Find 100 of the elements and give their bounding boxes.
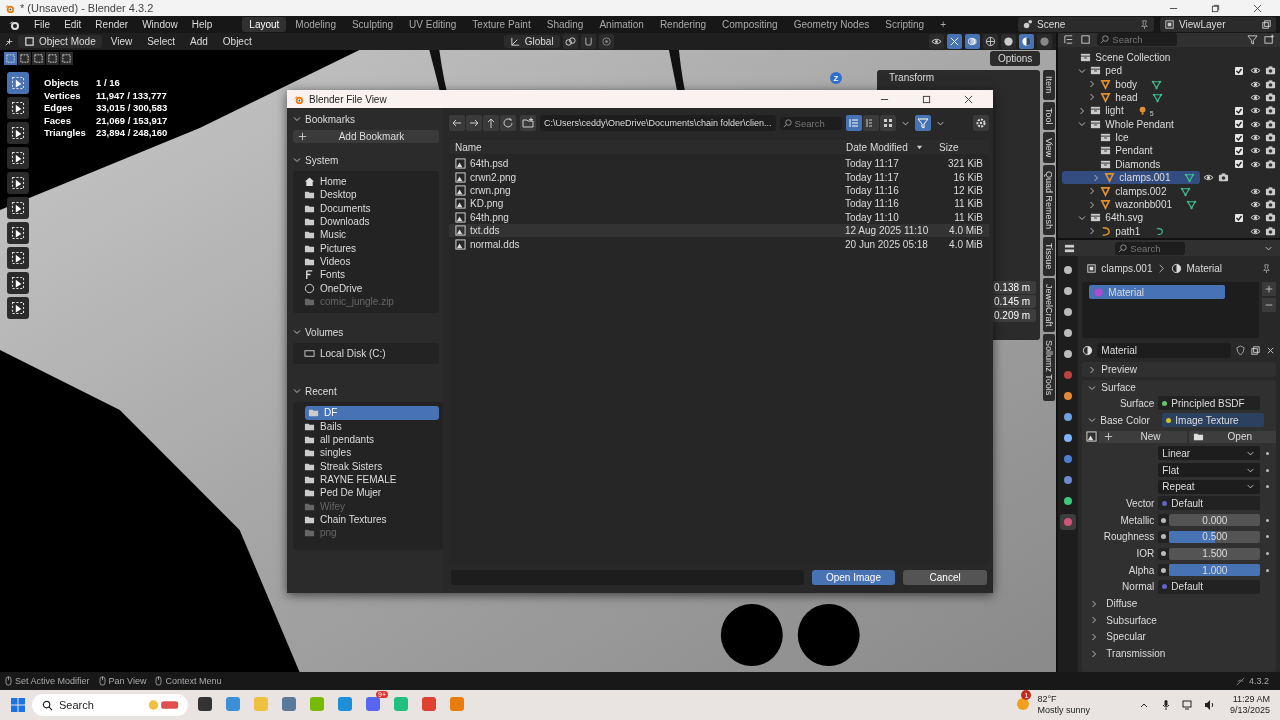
- camera-icon[interactable]: [1218, 172, 1230, 184]
- menu-item[interactable]: Select: [141, 35, 181, 48]
- sidebar-tab[interactable]: Item: [1043, 70, 1056, 100]
- folder-item[interactable]: singles: [301, 446, 439, 460]
- network-icon[interactable]: [1181, 699, 1194, 711]
- keyframe-dot[interactable]: [1266, 518, 1270, 522]
- copy-icon[interactable]: [1261, 19, 1272, 30]
- image-browse-icon[interactable]: [1086, 431, 1098, 443]
- new-collection-icon[interactable]: [1264, 34, 1275, 46]
- menu-item[interactable]: Object: [216, 35, 258, 48]
- restore-icon[interactable]: [1211, 3, 1220, 13]
- outliner-row[interactable]: Ice: [1058, 130, 1280, 145]
- taskbar-app-icon[interactable]: [197, 696, 213, 712]
- remove-icon[interactable]: [1262, 298, 1276, 312]
- path-field[interactable]: C:\Users\ceddy\OneDrive\Documents\chain folder\clien...: [540, 115, 776, 131]
- file-row[interactable]: KD.png Today 11:16 11 KiB: [449, 197, 989, 211]
- keyframe-dot[interactable]: [1266, 535, 1270, 539]
- keyframe-dot[interactable]: [1266, 552, 1270, 556]
- copy-icon[interactable]: [1250, 344, 1261, 356]
- dimension-field[interactable]: 0.209 m: [991, 309, 1036, 322]
- socket-field[interactable]: Principled BSDF: [1158, 396, 1261, 411]
- section-header[interactable]: System: [293, 153, 439, 167]
- settings-icon[interactable]: [973, 115, 989, 131]
- cancel-button[interactable]: Cancel: [903, 569, 987, 585]
- subpanel-header[interactable]: Subsurface: [1082, 611, 1276, 629]
- maximize-icon[interactable]: [922, 94, 931, 104]
- sidebar-tab[interactable]: Sollumz Tools: [1043, 334, 1056, 402]
- camera-icon[interactable]: [1265, 65, 1276, 77]
- clock-date[interactable]: 9/13/2025: [1229, 705, 1270, 716]
- tool-button[interactable]: [7, 97, 29, 119]
- folder-item[interactable]: Music: [301, 228, 435, 242]
- menu-item[interactable]: Edit: [58, 18, 88, 31]
- selection-mode-icon[interactable]: [46, 52, 59, 65]
- socket-field[interactable]: Image Texture: [1162, 413, 1265, 428]
- file-row[interactable]: crwn2.png Today 11:17 16 KiB: [449, 170, 989, 184]
- keyframe-dot[interactable]: [1266, 485, 1270, 489]
- folder-item[interactable]: Bails: [301, 419, 439, 433]
- exclude-checkbox[interactable]: [1235, 66, 1243, 75]
- folder-item[interactable]: Pictures: [301, 241, 435, 255]
- properties-tab-icon[interactable]: [1060, 514, 1077, 530]
- volume-item[interactable]: Local Disk (C:): [301, 347, 435, 361]
- editor-type-icon[interactable]: [4, 36, 15, 47]
- sidebar-tab[interactable]: Quad Remesh: [1043, 165, 1056, 236]
- visibility-icon[interactable]: [929, 34, 945, 49]
- workspace-tab[interactable]: Sculpting: [344, 17, 401, 32]
- view-layer-selector[interactable]: ViewLayer: [1160, 17, 1276, 32]
- folder-item[interactable]: Fonts: [301, 268, 435, 282]
- speaker-icon[interactable]: [1203, 699, 1216, 711]
- tool-button[interactable]: [7, 172, 29, 194]
- tool-button[interactable]: [7, 122, 29, 144]
- camera-icon[interactable]: [1265, 145, 1276, 157]
- overlay-icon[interactable]: [965, 34, 981, 49]
- outliner-row[interactable]: 64th.svg: [1058, 211, 1280, 225]
- display-mode-icon[interactable]: [1080, 34, 1092, 46]
- pin-icon[interactable]: [1139, 19, 1150, 30]
- folder-item[interactable]: Home: [301, 175, 435, 189]
- camera-icon[interactable]: [1265, 105, 1276, 117]
- filter-icon[interactable]: [914, 115, 931, 131]
- new-image-button[interactable]: New: [1099, 430, 1187, 443]
- clock-time[interactable]: 11:29 AM: [1232, 694, 1270, 705]
- exclude-checkbox[interactable]: [1235, 160, 1243, 169]
- taskbar-search[interactable]: Search: [32, 694, 188, 716]
- folder-item[interactable]: Chain Textures: [301, 512, 439, 526]
- folder-item[interactable]: Downloads: [301, 214, 435, 229]
- file-row[interactable]: crwn.png Today 11:16 12 KiB: [449, 183, 989, 198]
- workspace-tab[interactable]: UV Editing: [402, 17, 464, 32]
- file-row[interactable]: normal.dds 20 Jun 2025 05:18 4.0 MiB: [449, 237, 989, 251]
- workspace-tab[interactable]: Scripting: [878, 17, 932, 32]
- blender-logo-icon[interactable]: [8, 18, 20, 31]
- parent-folder-icon[interactable]: [483, 115, 499, 131]
- keyframe-dot[interactable]: [1266, 451, 1270, 455]
- new-folder-icon[interactable]: [520, 115, 536, 131]
- outliner-row[interactable]: Scene Collection: [1058, 50, 1280, 64]
- subpanel-header[interactable]: Specular: [1082, 628, 1276, 646]
- exclude-checkbox[interactable]: [1235, 120, 1243, 129]
- tool-button[interactable]: [7, 247, 29, 269]
- panel-header[interactable]: Preview: [1082, 362, 1276, 377]
- folder-item[interactable]: Streak Sisters: [301, 459, 439, 473]
- subpanel-header[interactable]: Diffuse: [1082, 595, 1276, 612]
- workspace-tab[interactable]: Shading: [539, 17, 591, 32]
- outliner-row[interactable]: Pendant: [1058, 144, 1280, 158]
- folder-item[interactable]: DF: [305, 406, 439, 420]
- socket-field[interactable]: Default: [1158, 496, 1261, 511]
- file-row[interactable]: 64th.psd Today 11:17 321 KiB: [449, 157, 989, 171]
- workspace-tab[interactable]: Texture Paint: [465, 17, 538, 32]
- close-icon[interactable]: [964, 94, 973, 104]
- proportional-edit-icon[interactable]: [598, 34, 614, 49]
- selection-mode-icon[interactable]: [60, 52, 73, 65]
- workspace-tab[interactable]: Modeling: [288, 17, 343, 32]
- keyframe-dot[interactable]: [1266, 468, 1270, 472]
- camera-icon[interactable]: [1265, 185, 1276, 197]
- dimension-field[interactable]: 0.145 m: [991, 295, 1036, 308]
- search-field[interactable]: Search: [1115, 241, 1186, 255]
- selection-mode-icon[interactable]: [32, 52, 45, 65]
- workspace-tab[interactable]: Rendering: [652, 17, 714, 32]
- search-field[interactable]: Search: [779, 116, 842, 130]
- value-slider[interactable]: 1.500: [1169, 547, 1261, 560]
- sidebar-tab[interactable]: View: [1043, 132, 1056, 164]
- camera-icon[interactable]: [1265, 91, 1276, 103]
- exclude-checkbox[interactable]: [1235, 106, 1243, 115]
